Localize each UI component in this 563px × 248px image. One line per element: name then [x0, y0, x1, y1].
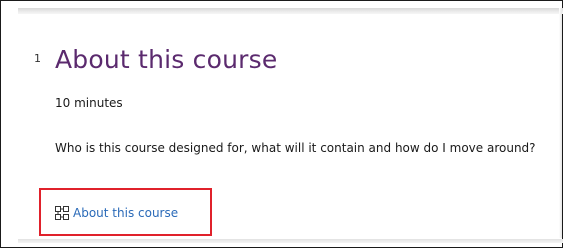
about-course-link-label[interactable]: About this course	[73, 206, 178, 220]
course-section-panel: 1 About this course 10 minutes Who is th…	[0, 0, 563, 248]
sitemap-icon	[55, 206, 69, 220]
section-duration: 10 minutes	[55, 96, 123, 110]
section-description: Who is this course designed for, what wi…	[55, 141, 536, 155]
section-number: 1	[34, 52, 41, 65]
about-course-link[interactable]: About this course	[55, 206, 178, 220]
panel-shadow	[559, 8, 562, 238]
section-bottom-divider	[18, 239, 563, 243]
section-title: About this course	[55, 45, 278, 74]
section-top-divider	[18, 8, 563, 14]
